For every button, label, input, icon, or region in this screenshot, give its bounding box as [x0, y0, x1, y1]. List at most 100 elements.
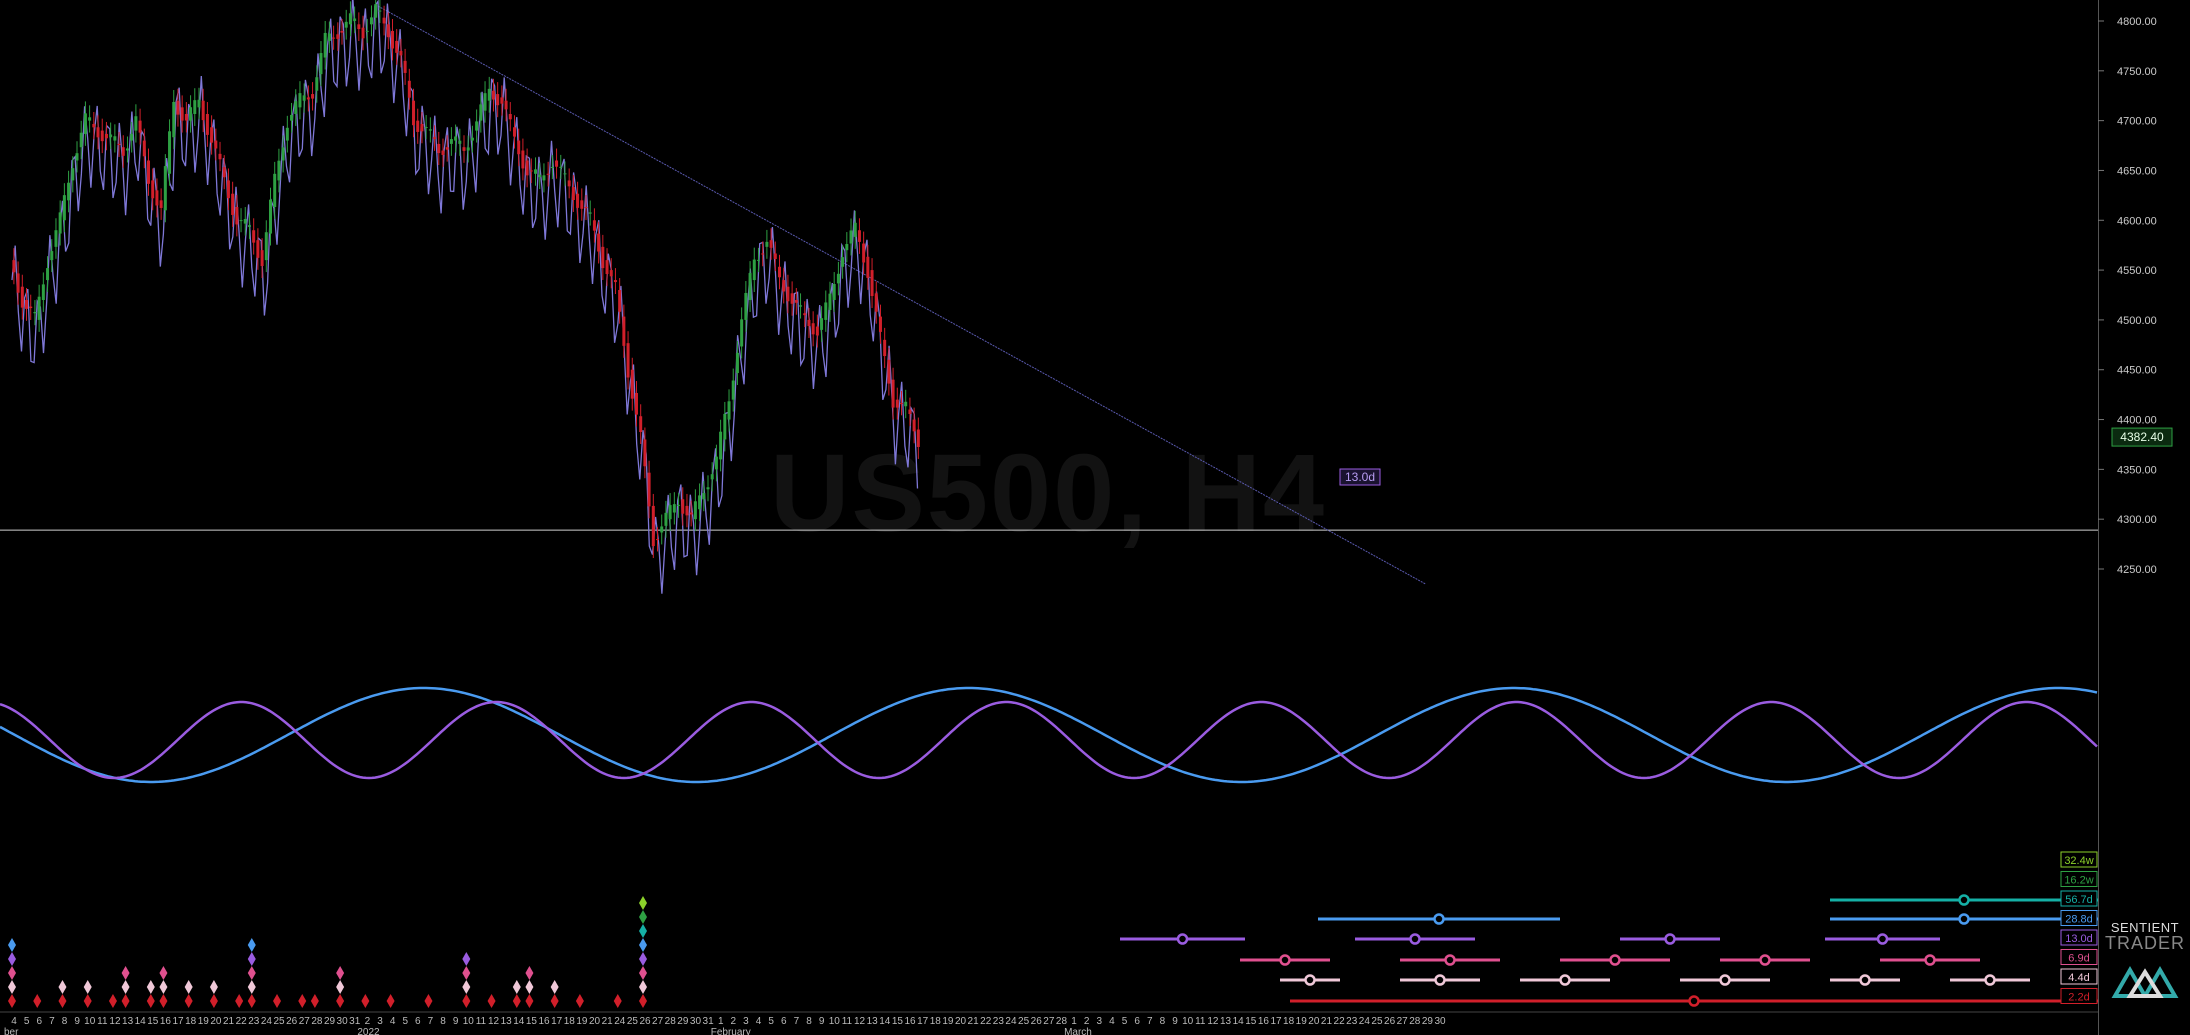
- cycle-trough-marker: [33, 994, 42, 1008]
- candle-body: [290, 114, 294, 121]
- candle-body: [601, 246, 605, 269]
- cycle-trough-marker: [184, 980, 193, 994]
- cycle-trough-marker: [146, 980, 155, 994]
- candle-body: [908, 409, 912, 414]
- cycle-trough-marker: [639, 896, 647, 910]
- candle-body: [281, 147, 285, 161]
- candle-body: [799, 305, 803, 307]
- candle-body: [420, 123, 424, 132]
- cycle-trough-marker: [247, 966, 256, 980]
- candle-body: [584, 206, 588, 209]
- candle-body: [62, 195, 66, 221]
- candle-body: [155, 190, 159, 206]
- candle-body: [580, 200, 584, 209]
- candle-body: [365, 30, 369, 32]
- candle-body: [740, 319, 744, 347]
- candle-body: [168, 131, 172, 174]
- candle-body: [412, 100, 416, 126]
- candle-body: [559, 166, 563, 168]
- candle-body: [786, 286, 790, 302]
- candle-body: [403, 60, 407, 73]
- candle-body: [916, 429, 920, 447]
- candle-body: [479, 104, 483, 121]
- cycle-trough-marker: [462, 980, 471, 994]
- candle-body: [226, 180, 230, 199]
- candle-body: [71, 168, 75, 181]
- candle-body: [508, 113, 512, 120]
- cycle-trough-marker: [8, 994, 16, 1008]
- candle-body: [727, 401, 731, 420]
- candle-body: [714, 456, 718, 470]
- candle-body: [891, 379, 895, 408]
- projection-node: [1719, 974, 1731, 986]
- candle-body: [698, 495, 702, 510]
- projection-node: [1409, 933, 1421, 945]
- candle-body: [735, 352, 739, 374]
- candle-body: [54, 230, 58, 247]
- candle-body: [500, 97, 504, 104]
- candle-body: [807, 319, 811, 327]
- candle-body: [904, 401, 908, 407]
- candle-body: [824, 302, 828, 320]
- candle-body: [887, 359, 891, 384]
- cycle-trough-marker: [298, 994, 307, 1008]
- candle-body: [189, 107, 193, 121]
- candle-body: [647, 472, 651, 507]
- candle-body: [677, 504, 681, 506]
- candle-body: [197, 99, 201, 108]
- projection-node: [1876, 933, 1889, 945]
- candle-body: [504, 100, 508, 110]
- candle-body: [130, 133, 134, 141]
- cycle-trough-marker: [159, 966, 168, 980]
- candle-body: [121, 147, 125, 156]
- price-axis[interactable]: [2098, 0, 2190, 1035]
- cycle-trough-marker: [525, 980, 534, 994]
- candle-body: [386, 24, 390, 38]
- candle-body: [41, 284, 45, 300]
- candle-body: [138, 120, 142, 133]
- cycle-label-text: 13.0d: [1345, 470, 1375, 484]
- cycle-trough-marker: [58, 980, 67, 994]
- candle-body: [878, 316, 882, 332]
- candle-body: [512, 127, 516, 137]
- candle-body: [210, 127, 214, 143]
- candle-body: [96, 127, 100, 138]
- candle-body: [778, 266, 782, 278]
- candle-body: [159, 200, 163, 208]
- candle-body: [369, 17, 373, 25]
- candle-body: [832, 284, 836, 300]
- candle-body: [458, 140, 462, 144]
- candle-body: [529, 170, 533, 172]
- sentient-trader-logo: SENTIENT TRADER: [2100, 920, 2190, 1003]
- projection-node: [1664, 933, 1676, 945]
- candle-body: [445, 147, 449, 150]
- candle-body: [302, 95, 306, 101]
- candle-body: [184, 113, 188, 121]
- candle-body: [761, 253, 765, 255]
- candle-body: [104, 133, 108, 139]
- projection-node: [1279, 954, 1291, 966]
- cycle-trough-marker: [247, 980, 256, 994]
- candle-body: [424, 126, 428, 128]
- cycle-trough-marker: [159, 980, 168, 994]
- candle-body: [571, 187, 575, 201]
- candle-body: [264, 232, 268, 261]
- candle-body: [239, 220, 243, 222]
- candle-body: [235, 206, 239, 225]
- price-chart[interactable]: 13.0d: [0, 0, 2190, 1035]
- projection-node: [1176, 933, 1189, 945]
- candle-body: [883, 339, 887, 357]
- candle-body: [83, 113, 87, 134]
- candle-body: [912, 419, 916, 432]
- candle-body: [327, 33, 331, 41]
- candle-body: [765, 241, 769, 247]
- candle-body: [218, 153, 222, 160]
- cycle-trough-marker: [83, 994, 92, 1008]
- candle-body: [294, 101, 298, 114]
- cycle-trough-marker: [613, 994, 622, 1008]
- candle-body: [870, 270, 874, 297]
- candle-body: [803, 313, 807, 316]
- candle-body: [151, 180, 155, 199]
- cycle-trough-marker: [639, 952, 647, 966]
- cycle-trough-marker: [575, 994, 584, 1008]
